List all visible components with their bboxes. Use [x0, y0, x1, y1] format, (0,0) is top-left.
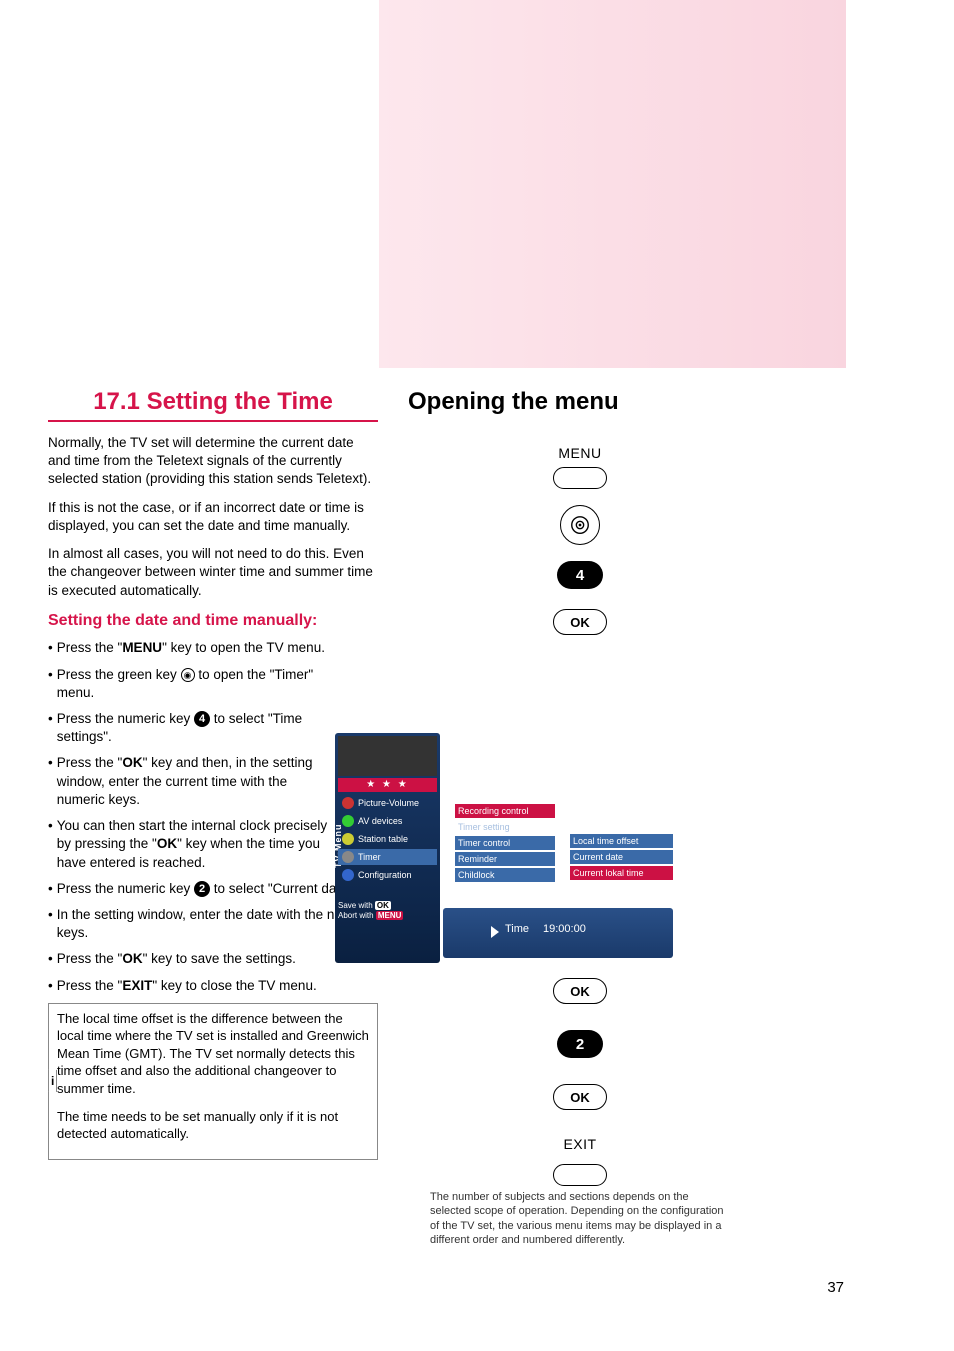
osd-time-value: 19:00:00 — [543, 923, 586, 935]
step-7: In the setting window, enter the date wi… — [57, 906, 378, 942]
eye-icon — [569, 514, 591, 536]
osd-item: Station table — [358, 834, 408, 844]
osd-item: Configuration — [358, 870, 412, 880]
osd-col2-item: Childlock — [455, 868, 555, 882]
step-2: Press the green key ◉ to open the "Timer… — [57, 666, 338, 702]
osd-col3-item: Current date — [570, 850, 673, 864]
info-box: i The local time offset is the differenc… — [48, 1003, 378, 1160]
info-para-1: The local time offset is the difference … — [57, 1010, 369, 1098]
numeric-2-button[interactable]: 2 — [557, 1030, 603, 1058]
bullet-icon: • — [48, 950, 53, 968]
step-6: Press the numeric key 2 to select "Curre… — [57, 880, 378, 898]
intro-para-1: Normally, the TV set will determine the … — [48, 434, 378, 489]
osd-item-active: Timer — [358, 852, 381, 862]
osd-stars: ★ ★ ★ — [338, 778, 437, 792]
osd-col2-item: Recording control — [455, 804, 555, 818]
osd-col2-item: Timer control — [455, 836, 555, 850]
subheading: Setting the date and time manually: — [48, 610, 378, 632]
green-key-icon: ◉ — [181, 668, 195, 682]
osd-col2-item: Reminder — [455, 852, 555, 866]
exit-button[interactable] — [553, 1164, 607, 1186]
osd-col3-item-hl: Current lokal time — [570, 866, 673, 880]
numeric-4-icon: 4 — [194, 711, 210, 727]
bullet-icon: • — [48, 906, 53, 942]
header-gradient-bar — [379, 0, 846, 368]
step-5: You can then start the internal clock pr… — [57, 817, 338, 872]
exit-label: EXIT — [563, 1136, 596, 1152]
step-1: Press the "MENU" key to open the TV menu… — [57, 639, 378, 657]
osd-item: Picture-Volume — [358, 798, 419, 808]
intro-para-2: If this is not the case, or if an incorr… — [48, 499, 378, 535]
numeric-2-icon: 2 — [194, 881, 210, 897]
step-4: Press the "OK" key and then, in the sett… — [57, 754, 338, 809]
bullet-icon: • — [48, 817, 53, 872]
page-number: 37 — [827, 1279, 844, 1296]
ok-button[interactable]: OK — [553, 978, 607, 1004]
bullet-icon: • — [48, 880, 53, 898]
intro-para-3: In almost all cases, you will not need t… — [48, 545, 378, 600]
osd-save-hint: Save with OK Abort with MENU — [338, 901, 403, 920]
step-3: Press the numeric key 4 to select "Time … — [57, 710, 338, 746]
footnote: The number of subjects and sections depe… — [430, 1190, 730, 1247]
play-icon — [491, 926, 499, 938]
bullet-icon: • — [48, 710, 53, 746]
osd-time-panel: Time 19:00:00 — [443, 908, 673, 958]
menu-label: MENU — [558, 445, 601, 461]
osd-menu-graphic: ★ ★ ★ TV-Menu Picture-Volume AV devices … — [335, 733, 685, 963]
menu-button[interactable] — [553, 467, 607, 489]
green-button[interactable] — [560, 505, 600, 545]
osd-col2-item: Timer setting — [455, 820, 555, 834]
opening-menu-title: Opening the menu — [408, 388, 708, 416]
section-title: 17.1 Setting the Time — [48, 388, 378, 416]
osd-time-label: Time — [505, 923, 529, 935]
bullet-icon: • — [48, 666, 53, 702]
bullet-icon: • — [48, 754, 53, 809]
osd-logo — [338, 736, 437, 776]
step-9: Press the "EXIT" key to close the TV men… — [57, 977, 378, 995]
osd-item: AV devices — [358, 816, 402, 826]
section-underline — [48, 420, 378, 422]
bullet-icon: • — [48, 639, 53, 657]
osd-col3-item: Local time offset — [570, 834, 673, 848]
info-para-2: The time needs to be set manually only i… — [57, 1108, 369, 1143]
ok-button[interactable]: OK — [553, 1084, 607, 1110]
bullet-icon: • — [48, 977, 53, 995]
numeric-4-button[interactable]: 4 — [557, 561, 603, 589]
ok-button[interactable]: OK — [553, 609, 607, 635]
step-8: Press the "OK" key to save the settings. — [57, 950, 378, 968]
info-icon: i — [48, 1070, 57, 1092]
